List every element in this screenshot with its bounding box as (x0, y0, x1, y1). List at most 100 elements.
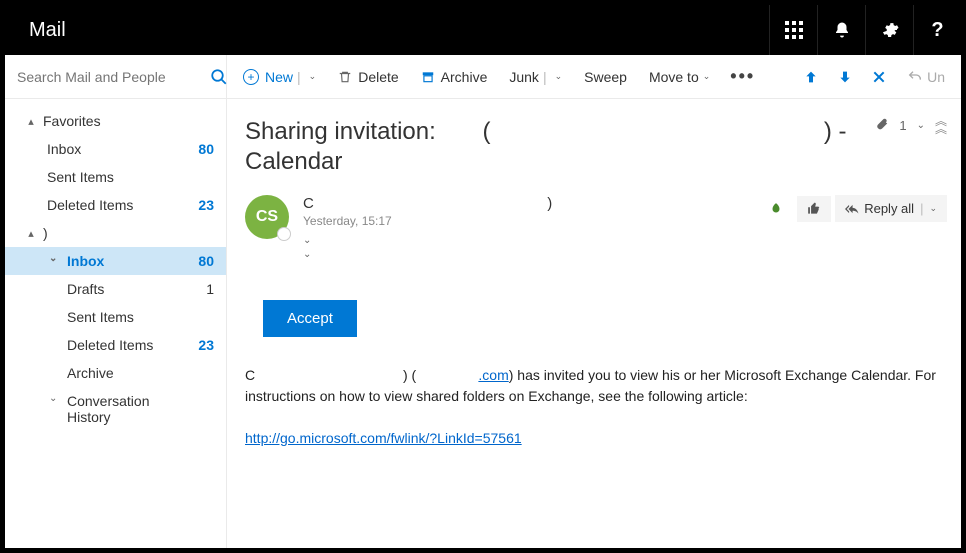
folder-inbox[interactable]: ⌄ Inbox 80 (5, 247, 226, 275)
undo-label: Un (927, 69, 945, 85)
waffle-icon (785, 21, 803, 39)
folder-inbox-fav[interactable]: Inbox 80 (5, 135, 226, 163)
folder-deleted[interactable]: Deleted Items 23 (5, 331, 226, 359)
app-title: Mail (5, 19, 66, 42)
folder-count: 23 (190, 337, 214, 353)
arrow-up-icon (803, 69, 819, 85)
like-button[interactable] (797, 196, 831, 222)
new-button[interactable]: + New | ⌄ (233, 55, 326, 98)
double-chevron-down-icon: ⌄⌄ (303, 235, 311, 260)
folder-label: Drafts (67, 281, 104, 297)
folder-label: Sent Items (67, 309, 134, 325)
accept-button[interactable]: Accept (263, 300, 357, 337)
content-area: + New | ⌄ Delete Archive Junk | ⌄ (227, 55, 961, 548)
nav-sidebar: ▴ Favorites Inbox 80 Sent Items Deleted … (5, 55, 227, 548)
new-label: New (265, 69, 293, 85)
archive-button[interactable]: Archive (411, 55, 498, 98)
moveto-label: Move to (649, 69, 699, 85)
chevron-down-icon[interactable]: ⌄ (555, 71, 563, 82)
folder-drafts[interactable]: Drafts 1 (5, 275, 226, 303)
junk-label: Junk (509, 69, 539, 85)
message-timestamp: Yesterday, 15:17 (303, 214, 759, 228)
attachment-icon (875, 117, 889, 134)
title-bar: Mail ? (5, 5, 961, 55)
message-header: CS C ) Yesterday, 15:17 (245, 195, 947, 260)
archive-label: Archive (441, 69, 488, 85)
arrow-down-icon (837, 69, 853, 85)
folder-count: 80 (190, 141, 214, 157)
chevron-up-icon: ▴ (23, 115, 39, 128)
bell-icon (833, 21, 851, 39)
message-actions: Reply all | ⌄ (759, 195, 947, 222)
plus-icon: + (243, 69, 259, 85)
reply-all-label: Reply all (864, 201, 914, 216)
ellipsis-icon: ••• (730, 66, 755, 87)
undo-button[interactable]: Un (897, 55, 955, 98)
chevron-down-icon[interactable]: ⌄ (917, 120, 925, 131)
folder-count: 1 (190, 281, 214, 297)
help-article-link[interactable]: http://go.microsoft.com/fwlink/?LinkId=5… (245, 430, 522, 446)
folder-list: ▴ Favorites Inbox 80 Sent Items Deleted … (5, 99, 226, 548)
folder-conversation-history[interactable]: ⌄ Conversation History (5, 387, 226, 431)
reply-all-button[interactable]: Reply all | ⌄ (835, 195, 947, 222)
delete-button[interactable]: Delete (328, 55, 408, 98)
chevron-down-icon[interactable]: ⌄ (929, 203, 937, 214)
junk-button[interactable]: Junk | ⌄ (499, 55, 572, 98)
chevron-down-icon: ⌄ (49, 393, 57, 404)
undo-icon (907, 69, 923, 85)
archive-icon (421, 70, 435, 84)
favorites-header[interactable]: ▴ Favorites (5, 107, 226, 135)
expand-all-icon[interactable]: ︽︽ (935, 118, 947, 132)
sender-avatar[interactable]: CS (245, 195, 289, 239)
account-header[interactable]: ▴ ) (5, 219, 226, 247)
folder-label: Inbox (67, 253, 104, 269)
gear-icon (881, 21, 899, 39)
chevron-up-icon: ▴ (23, 227, 39, 240)
folder-sent-fav[interactable]: Sent Items (5, 163, 226, 191)
folder-archive[interactable]: Archive (5, 359, 226, 387)
message-toolbar: + New | ⌄ Delete Archive Junk | ⌄ (227, 55, 961, 99)
account-label: ) (43, 225, 48, 241)
message-subject: Sharing invitation: ( ) - Calendar (245, 117, 847, 177)
chevron-down-icon: ⌄ (49, 253, 57, 264)
search-icon (210, 68, 228, 86)
sender-email-link[interactable]: .com (478, 367, 508, 383)
folder-label: Conversation History (67, 393, 150, 425)
app-launcher-button[interactable] (769, 5, 817, 55)
chevron-down-icon: ⌄ (703, 71, 711, 82)
search-input[interactable] (5, 69, 210, 85)
search-button[interactable] (210, 55, 228, 98)
sweep-button[interactable]: Sweep (574, 55, 637, 98)
folder-label: Sent Items (47, 169, 114, 185)
expand-recipients[interactable]: ⌄⌄ (303, 232, 759, 260)
presence-indicator (277, 227, 291, 241)
moveto-button[interactable]: Move to ⌄ (639, 55, 720, 98)
help-button[interactable]: ? (913, 5, 961, 55)
prev-message-button[interactable] (795, 55, 827, 98)
avatar-initials: CS (256, 208, 278, 226)
folder-count: 23 (190, 197, 214, 213)
folder-count: 80 (190, 253, 214, 269)
close-reading-button[interactable] (863, 55, 895, 98)
folder-label: Deleted Items (47, 197, 133, 213)
insights-icon[interactable] (759, 196, 793, 222)
settings-button[interactable] (865, 5, 913, 55)
more-button[interactable]: ••• (722, 55, 763, 98)
sender-name: C ) (303, 195, 759, 212)
folder-label: Deleted Items (67, 337, 153, 353)
folder-sent[interactable]: Sent Items (5, 303, 226, 331)
search-row (5, 55, 226, 99)
notifications-button[interactable] (817, 5, 865, 55)
folder-label: Archive (67, 365, 114, 381)
chevron-down-icon[interactable]: ⌄ (309, 71, 317, 82)
delete-label: Delete (358, 69, 398, 85)
favorites-label: Favorites (43, 113, 101, 129)
subject-meta: 1 ⌄ ︽︽ (875, 117, 947, 134)
reading-pane: Sharing invitation: ( ) - Calendar 1 (227, 99, 961, 548)
help-icon: ? (931, 19, 943, 42)
folder-label: Inbox (47, 141, 81, 157)
attachment-count: 1 (899, 118, 906, 133)
folder-deleted-fav[interactable]: Deleted Items 23 (5, 191, 226, 219)
next-message-button[interactable] (829, 55, 861, 98)
close-icon (871, 69, 887, 85)
